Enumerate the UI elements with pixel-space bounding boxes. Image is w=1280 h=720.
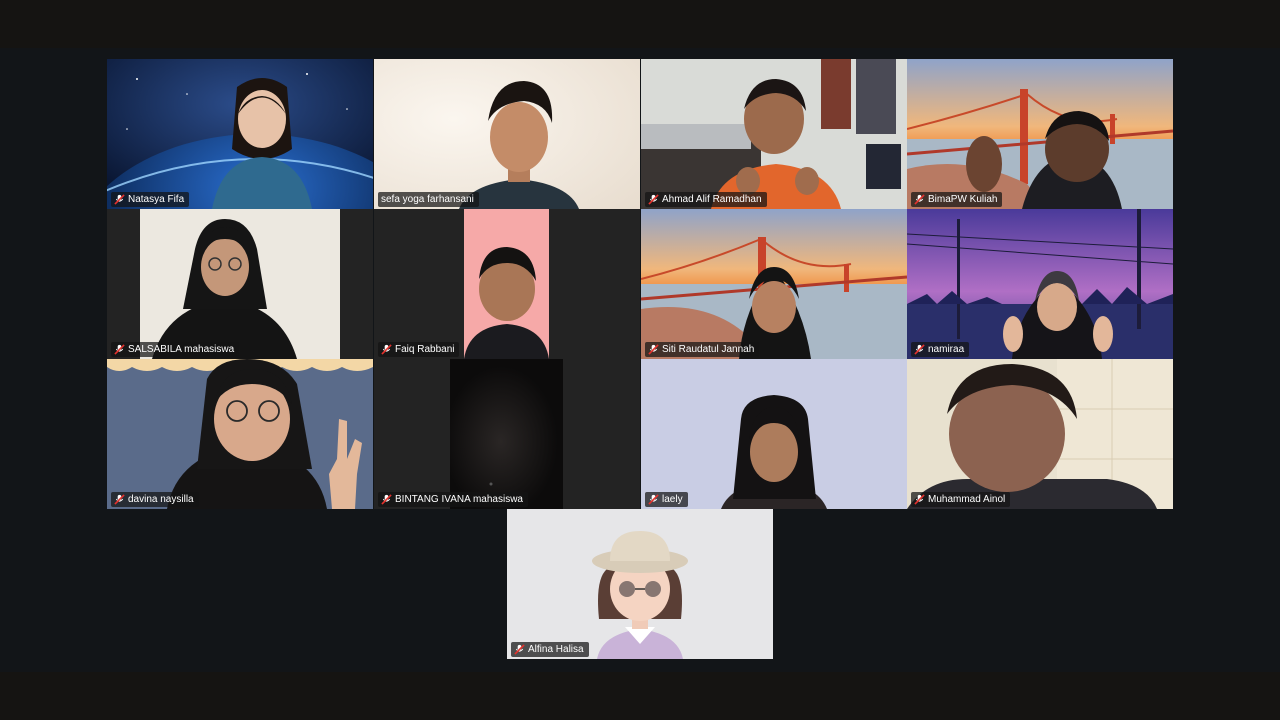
participant-nameplate: Muhammad Ainol <box>911 492 1011 507</box>
participant-tile-bimapw-kuliah[interactable]: BimaPW Kuliah <box>907 59 1173 209</box>
participant-nameplate: SALSABILA mahasiswa <box>111 342 240 357</box>
participant-name: Muhammad Ainol <box>928 494 1006 505</box>
camera-video <box>374 359 640 509</box>
muted-mic-icon <box>914 494 925 505</box>
top-toolbar <box>0 0 1280 48</box>
participant-nameplate: laely <box>645 492 688 507</box>
participant-name: Ahmad Alif Ramadhan <box>662 194 762 205</box>
participant-nameplate: davina naysilla <box>111 492 199 507</box>
muted-mic-icon <box>914 344 925 355</box>
participant-name: namiraa <box>928 344 965 355</box>
camera-video <box>107 209 373 359</box>
participant-name: Alfina Halisa <box>528 644 584 655</box>
participant-nameplate: namiraa <box>911 342 970 357</box>
participant-tile-faiq-rabbani[interactable]: Faiq Rabbani <box>374 209 640 359</box>
participant-tile-sefa-yoga-farhansani[interactable]: sefa yoga farhansani <box>374 59 640 209</box>
participant-tile-laely[interactable]: laely <box>641 359 907 509</box>
virtual-background-purple-street <box>907 209 1173 359</box>
participant-name: laely <box>662 494 683 505</box>
participant-nameplate: Ahmad Alif Ramadhan <box>645 192 767 207</box>
participant-tile-ahmad-alif-ramadhan[interactable]: Ahmad Alif Ramadhan <box>641 59 907 209</box>
participant-nameplate: Natasya Fifa <box>111 192 190 207</box>
bottom-toolbar <box>0 672 1280 720</box>
muted-mic-icon <box>648 494 659 505</box>
camera-video <box>907 359 1173 509</box>
participant-tile-natasya-fifa[interactable]: Natasya Fifa <box>107 59 373 209</box>
participant-name: Faiq Rabbani <box>395 344 455 355</box>
participant-name: Natasya Fifa <box>128 194 185 205</box>
participant-nameplate: sefa yoga farhansani <box>378 192 479 207</box>
participant-nameplate: Alfina Halisa <box>511 642 589 657</box>
participant-nameplate: Faiq Rabbani <box>378 342 460 357</box>
participant-name: BINTANG IVANA mahasiswa <box>395 494 523 505</box>
participant-name: SALSABILA mahasiswa <box>128 344 235 355</box>
participant-nameplate: BimaPW Kuliah <box>911 192 1003 207</box>
muted-mic-icon <box>114 344 125 355</box>
participant-name: BimaPW Kuliah <box>928 194 998 205</box>
participant-name: davina naysilla <box>128 494 194 505</box>
muted-mic-icon <box>914 194 925 205</box>
camera-video <box>107 359 373 509</box>
camera-video <box>374 59 640 209</box>
muted-mic-icon <box>114 194 125 205</box>
muted-mic-icon <box>114 494 125 505</box>
muted-mic-icon <box>648 344 659 355</box>
camera-video <box>641 359 907 509</box>
muted-mic-icon <box>648 194 659 205</box>
participant-tile-namiraa[interactable]: namiraa <box>907 209 1173 359</box>
gallery-view: Natasya Fifa sefa yoga farhansani Ahmad … <box>0 48 1280 672</box>
virtual-background-golden-gate <box>641 209 907 359</box>
muted-mic-icon <box>381 344 392 355</box>
muted-mic-icon <box>381 494 392 505</box>
participant-tile-davina-naysilla[interactable]: davina naysilla <box>107 359 373 509</box>
camera-video <box>641 59 907 209</box>
camera-video <box>374 209 640 359</box>
virtual-background-golden-gate <box>907 59 1173 209</box>
participant-tile-bintang-ivana-mahasiswa[interactable]: BINTANG IVANA mahasiswa <box>374 359 640 509</box>
participant-name: Siti Raudatul Jannah <box>662 344 755 355</box>
participant-nameplate: Siti Raudatul Jannah <box>645 342 760 357</box>
participant-nameplate: BINTANG IVANA mahasiswa <box>378 492 528 507</box>
participant-tile-siti-raudatul-jannah[interactable]: Siti Raudatul Jannah <box>641 209 907 359</box>
avatar-image <box>507 509 773 659</box>
participant-name: sefa yoga farhansani <box>381 194 474 205</box>
muted-mic-icon <box>514 644 525 655</box>
participant-tile-salsabila-mahasiswa[interactable]: SALSABILA mahasiswa <box>107 209 373 359</box>
participant-tile-alfina-halisa[interactable]: Alfina Halisa <box>507 509 773 659</box>
participant-tile-muhammad-ainol[interactable]: Muhammad Ainol <box>907 359 1173 509</box>
virtual-background-earth <box>107 59 373 209</box>
